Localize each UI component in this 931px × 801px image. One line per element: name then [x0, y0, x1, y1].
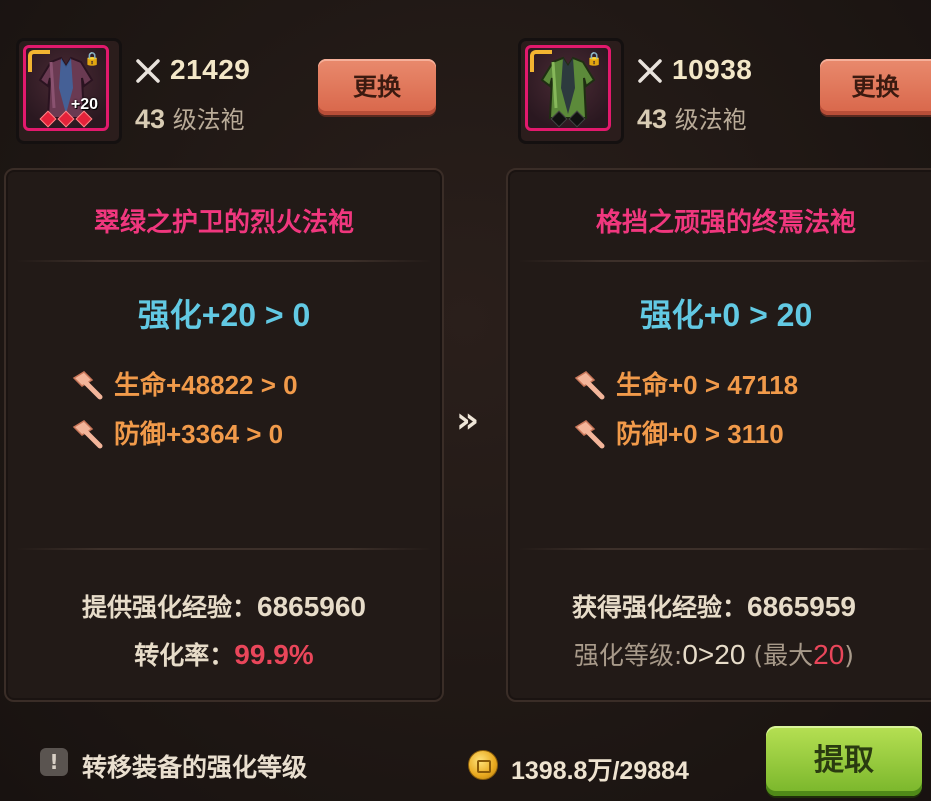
red-gem-icon [39, 110, 57, 128]
crossed-swords-icon [638, 59, 662, 83]
lock-icon: 🔒 [84, 52, 101, 67]
gold-amount: 1398.8万/29884 [511, 757, 689, 785]
hammer-icon [72, 420, 103, 449]
stat-text: 防御+3364 > 0 [114, 419, 284, 449]
stat-row-hp: 生命+48822 > 0 [70, 368, 410, 402]
divider [518, 260, 931, 262]
conversion-rate-line: 转化率：99.9% [6, 636, 442, 672]
socket-gems [26, 110, 106, 128]
enhance-level-line: 强化等级:0>20 (最大20) [496, 636, 931, 672]
empty-gem-icon [568, 110, 586, 128]
red-gem-icon [57, 110, 75, 128]
rate-label: 转化率： [134, 641, 235, 670]
left-equipment-frame: 🔒 +20 [23, 45, 109, 131]
left-equipment-slot[interactable]: 🔒 +20 [16, 38, 122, 144]
exp-value: 6865960 [257, 591, 367, 622]
rarity-corner [530, 50, 552, 72]
lock-icon: 🔒 [586, 52, 603, 67]
gold-coin-icon [468, 750, 498, 780]
rate-value: 99.9% [234, 639, 314, 670]
empty-gem-icon [550, 110, 568, 128]
left-item-panel: 翠绿之护卫的烈火法袍 强化+20 > 0 生命+48822 > 0 防御+336… [4, 168, 444, 702]
item-level: 43 [135, 104, 166, 134]
rarity-corner [28, 50, 50, 72]
combat-power: 21429 [170, 54, 251, 85]
item-type: 级法袍 [172, 106, 245, 134]
red-gem-icon [75, 110, 93, 128]
right-equipment-frame: 🔒 [525, 45, 611, 131]
exp-value: 6865959 [747, 591, 857, 622]
provide-exp-line: 提供强化经验：6865960 [6, 588, 442, 624]
transfer-label: 转移装备的强化等级 [82, 753, 308, 782]
max-close: ) [844, 641, 855, 670]
enhance-change: 强化+0 > 20 [639, 297, 813, 333]
combat-power: 10938 [672, 54, 753, 85]
exp-label: 获得强化经验： [571, 593, 747, 622]
hammer-icon [72, 371, 103, 400]
gain-exp-line: 获得强化经验：6865959 [496, 588, 931, 624]
item-level-type: 43 级法袍 [135, 100, 245, 135]
stat-row-def: 防御+0 > 3110 [572, 417, 912, 451]
right-equipment-slot[interactable]: 🔒 [518, 38, 624, 144]
item-name: 格挡之顽强的终焉法袍 [595, 208, 856, 238]
transfer-arrow-icon: » [456, 400, 480, 441]
item-level-type: 43 级法袍 [637, 100, 747, 135]
stat-row-hp: 生命+0 > 47118 [572, 368, 912, 402]
extract-button[interactable]: 提取 [766, 726, 922, 796]
exp-label: 提供强化经验： [81, 593, 257, 622]
hammer-icon [574, 420, 605, 449]
max-level: 20 [813, 639, 845, 670]
stat-text: 防御+0 > 3110 [616, 419, 784, 449]
warning-icon: ! [40, 748, 68, 776]
swap-button[interactable]: 更换 [820, 59, 931, 115]
level-change: 0>20 [682, 639, 746, 670]
stat-row-def: 防御+3364 > 0 [70, 417, 410, 451]
socket-gems [528, 110, 608, 128]
divider [16, 260, 432, 262]
swap-button[interactable]: 更换 [318, 59, 436, 115]
item-type: 级法袍 [674, 106, 747, 134]
hammer-icon [574, 371, 605, 400]
crossed-swords-icon [136, 59, 160, 83]
stat-text: 生命+0 > 47118 [616, 370, 799, 400]
right-item-panel: 格挡之顽强的终焉法袍 强化+0 > 20 生命+0 > 47118 防御+0 >… [506, 168, 931, 702]
item-name: 翠绿之护卫的烈火法袍 [93, 208, 354, 238]
enhance-change: 强化+20 > 0 [137, 297, 311, 333]
divider [518, 548, 931, 550]
max-open: (最大 [745, 641, 814, 670]
item-level: 43 [637, 104, 668, 134]
divider [16, 548, 432, 550]
stat-text: 生命+48822 > 0 [114, 370, 298, 400]
level-label: 强化等级: [573, 641, 683, 670]
